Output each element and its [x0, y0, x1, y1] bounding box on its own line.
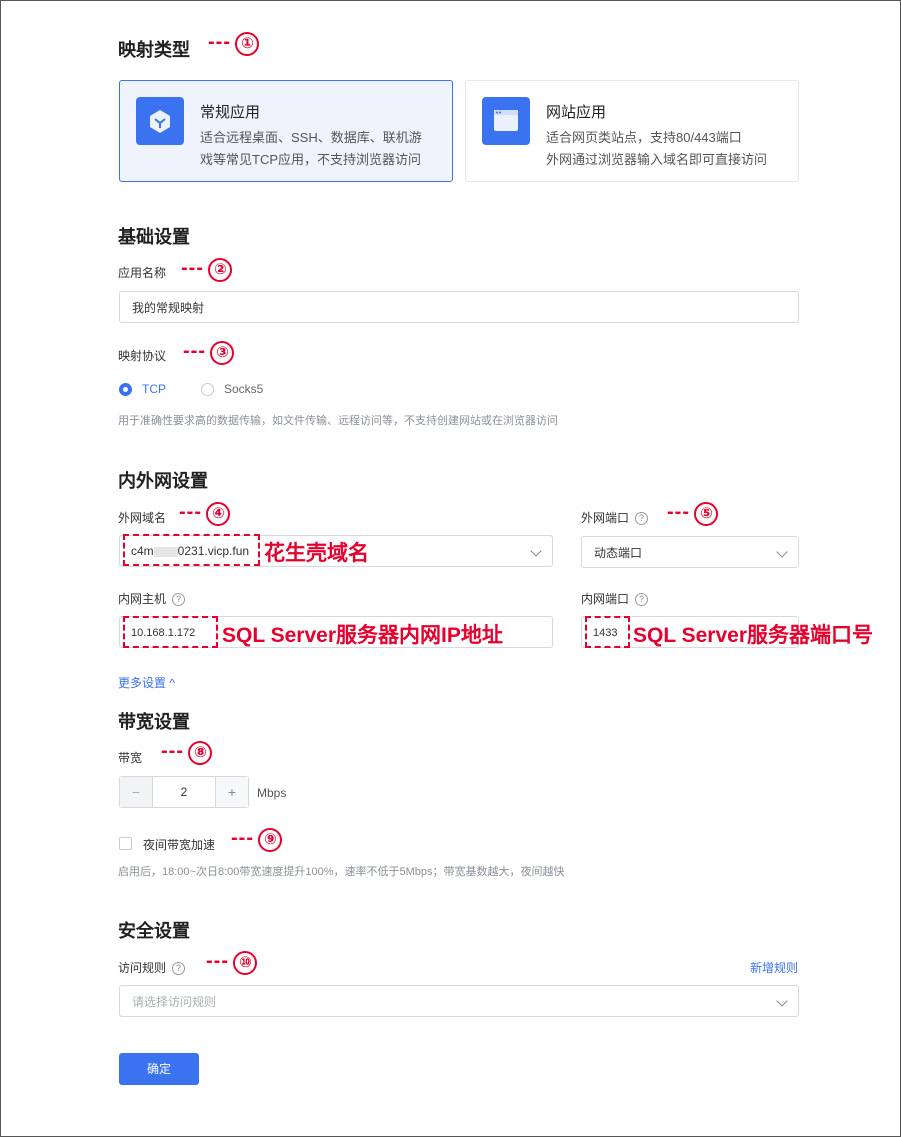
- annotation-9: --- ⑨: [231, 827, 283, 852]
- help-icon[interactable]: ?: [635, 512, 649, 526]
- plus-button[interactable]: +: [215, 777, 248, 807]
- annotation-5: --- ⑤: [667, 501, 719, 526]
- security-settings-title: 安全设置: [118, 921, 190, 941]
- annotation-1: --- ①: [208, 31, 260, 56]
- minus-button[interactable]: −: [120, 777, 153, 807]
- int-port-label: 内网端口?: [581, 590, 649, 607]
- ext-port-select[interactable]: 动态端口: [581, 536, 799, 568]
- app-name-input[interactable]: 我的常规映射: [119, 291, 799, 323]
- chevron-down-icon: [776, 546, 788, 558]
- ext-domain-note: 花生壳域名: [264, 542, 369, 565]
- bandwidth-stepper[interactable]: − 2 +: [119, 776, 249, 808]
- help-icon[interactable]: ?: [172, 593, 186, 607]
- card-title: 网站应用: [546, 104, 607, 121]
- bandwidth-label: 带宽: [118, 751, 143, 765]
- bandwidth-settings-title: 带宽设置: [118, 712, 190, 732]
- mapping-type-title: 映射类型: [118, 40, 190, 60]
- card-regular-app[interactable]: 常规应用 适合远程桌面、SSH、数据库、联机游 戏等常见TCP应用，不支持浏览器访…: [119, 80, 453, 182]
- int-host-note: SQL Server服务器内网IP地址: [222, 624, 503, 647]
- radio-socks5[interactable]: [201, 383, 214, 396]
- access-rule-label: 访问规则?: [118, 959, 186, 976]
- help-icon[interactable]: ?: [172, 962, 186, 976]
- radio-socks5-label: Socks5: [224, 382, 264, 396]
- int-port-value: 1433: [585, 616, 630, 648]
- submit-button[interactable]: 确定: [119, 1053, 199, 1085]
- night-accel-label: 夜间带宽加速: [143, 838, 216, 852]
- more-settings-link[interactable]: 更多设置 ^: [118, 674, 175, 691]
- radio-tcp[interactable]: [119, 383, 132, 396]
- basic-settings-title: 基础设置: [118, 227, 190, 247]
- annotation-2: --- ②: [181, 257, 233, 282]
- int-host-value: 10.168.1.172: [123, 616, 218, 648]
- annotation-3: --- ③: [183, 340, 235, 365]
- add-rule-link[interactable]: 新增规则: [750, 959, 798, 976]
- ext-domain-label: 外网域名: [118, 511, 167, 525]
- radio-tcp-label: TCP: [142, 382, 166, 396]
- browser-window-icon: [482, 97, 530, 145]
- chevron-down-icon: [776, 995, 788, 1007]
- card-website-app[interactable]: 网站应用 适合网页类站点，支持80/443端口 外网通过浏览器输入域名即可直接访问: [465, 80, 799, 182]
- cube-icon: [136, 97, 184, 145]
- card-title: 常规应用: [200, 104, 261, 121]
- int-host-label: 内网主机?: [118, 590, 186, 607]
- night-accel-hint: 启用后，18:00~次日8:00带宽速度提升100%，速率不低于5Mbps；带宽…: [118, 866, 565, 878]
- network-settings-title: 内外网设置: [118, 471, 208, 491]
- card-desc: 适合网页类站点，支持80/443端口 外网通过浏览器输入域名即可直接访问: [546, 130, 768, 167]
- ext-port-label: 外网端口?: [581, 509, 649, 526]
- annotation-10: --- ⑩: [206, 950, 258, 975]
- bandwidth-unit: Mbps: [257, 786, 287, 800]
- protocol-label: 映射协议: [118, 349, 167, 363]
- ext-domain-value: c4m 0231.vicp.fun: [123, 534, 260, 566]
- night-accel-checkbox[interactable]: [119, 837, 132, 850]
- bandwidth-value[interactable]: 2: [153, 777, 215, 807]
- int-port-note: SQL Server服务器端口号: [633, 624, 874, 647]
- chevron-down-icon: [530, 545, 542, 557]
- app-name-label: 应用名称: [118, 266, 167, 280]
- annotation-4: --- ④: [179, 501, 231, 526]
- protocol-hint: 用于准确性要求高的数据传输，如文件传输、远程访问等，不支持创建网站或在浏览器访问: [118, 415, 558, 427]
- access-rule-select[interactable]: 请选择访问规则: [119, 985, 799, 1017]
- card-desc: 适合远程桌面、SSH、数据库、联机游 戏等常见TCP应用，不支持浏览器访问: [200, 130, 422, 167]
- help-icon[interactable]: ?: [635, 593, 649, 607]
- annotation-8: --- ⑧: [161, 740, 213, 765]
